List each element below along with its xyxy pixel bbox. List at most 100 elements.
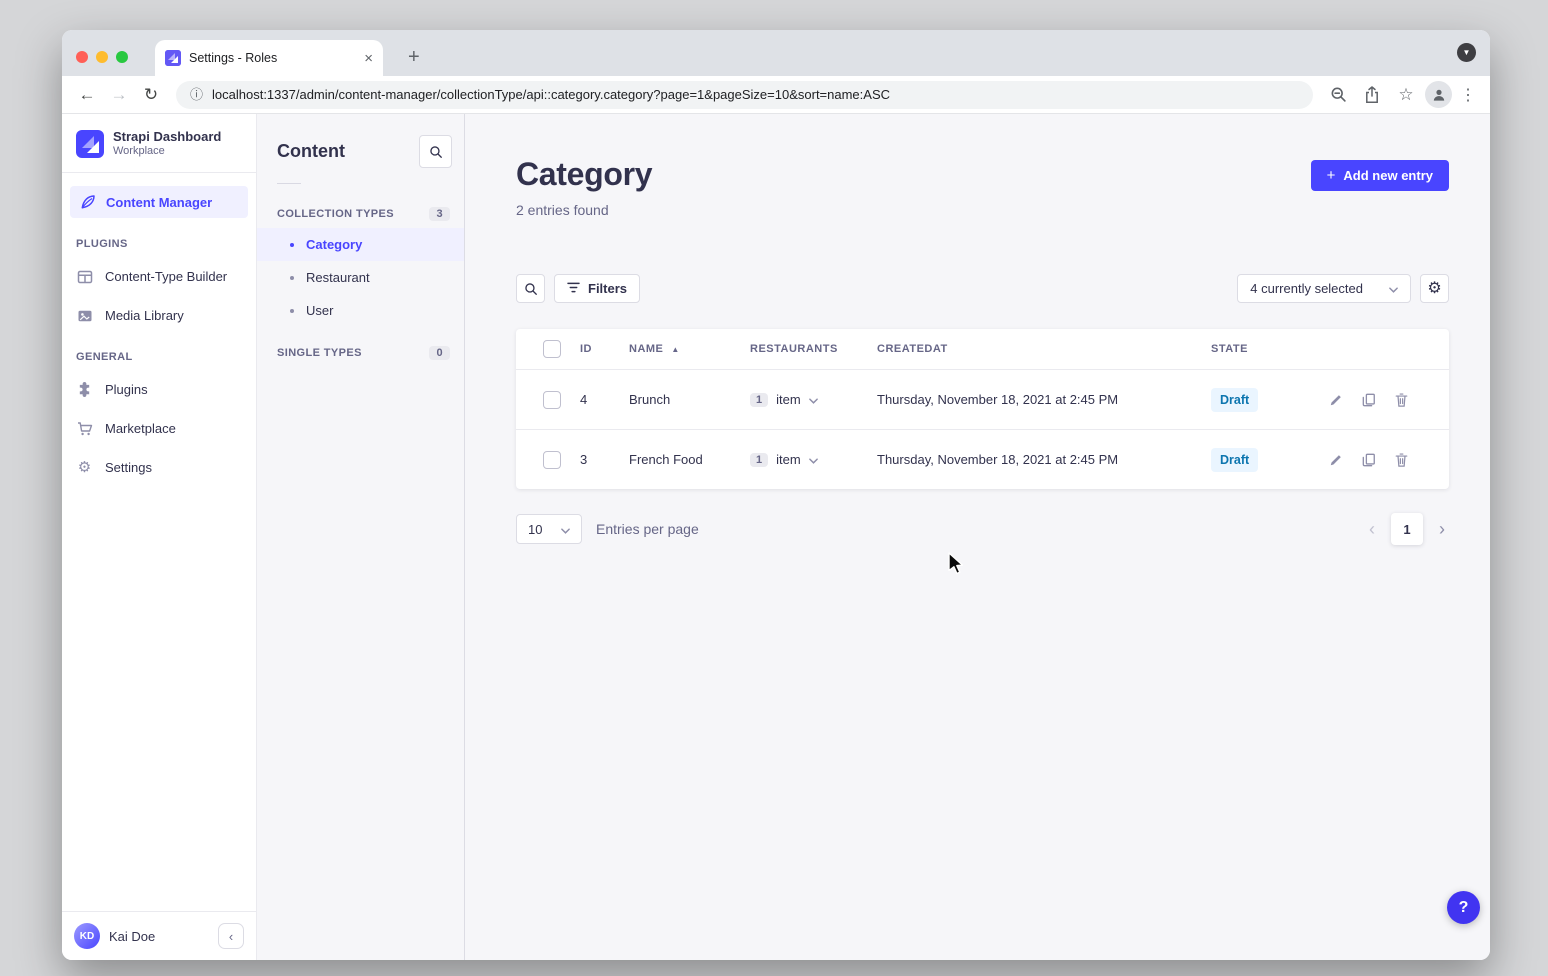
picture-icon <box>76 308 93 324</box>
subnav-item-label: User <box>306 303 333 318</box>
sidebar-item-label: Content Manager <box>106 195 212 210</box>
forward-button[interactable]: → <box>104 80 134 110</box>
delete-trash-icon[interactable] <box>1395 393 1408 407</box>
cell-restaurants[interactable]: 1 item <box>750 392 877 407</box>
sidebar-item-content-type-builder[interactable]: Content-Type Builder <box>62 257 256 296</box>
state-badge: Draft <box>1211 448 1258 472</box>
cell-createdat: Thursday, November 18, 2021 at 2:45 PM <box>877 370 1211 430</box>
shopping-cart-icon <box>76 421 93 437</box>
zoom-window-button[interactable] <box>116 51 128 63</box>
user-avatar[interactable]: KD <box>74 923 100 949</box>
minimize-window-button[interactable] <box>96 51 108 63</box>
collapse-sidebar-button[interactable]: ‹ <box>218 923 244 949</box>
subnav-item-user[interactable]: User <box>257 294 464 327</box>
app-name: Strapi Dashboard <box>113 129 221 145</box>
filters-button[interactable]: Filters <box>554 274 640 303</box>
share-icon[interactable] <box>1357 80 1387 110</box>
sidebar-item-marketplace[interactable]: Marketplace <box>62 409 256 448</box>
new-tab-button[interactable]: + <box>400 45 428 69</box>
edit-pencil-icon[interactable] <box>1329 393 1343 407</box>
browser-tab[interactable]: Settings - Roles × <box>155 40 383 76</box>
chevron-down-icon <box>561 522 570 537</box>
url-text: localhost:1337/admin/content-manager/col… <box>212 87 890 102</box>
toolbar-actions: ☆ ⋮ <box>1323 80 1480 110</box>
page-size-select[interactable]: 10 <box>516 514 582 544</box>
help-button[interactable]: ? <box>1447 891 1480 924</box>
subnav-search-button[interactable] <box>419 135 452 168</box>
column-header-id[interactable]: ID <box>580 329 629 370</box>
subnav-item-restaurant[interactable]: Restaurant <box>257 261 464 294</box>
browser-menu-icon[interactable]: ⋮ <box>1456 85 1480 105</box>
close-window-button[interactable] <box>76 51 88 63</box>
edit-pencil-icon[interactable] <box>1329 453 1343 467</box>
restaurants-count-badge: 1 <box>750 393 768 407</box>
sidebar-section-title: GENERAL <box>62 335 256 370</box>
column-header-name[interactable]: NAME ▲ <box>629 329 750 370</box>
strapi-app: Strapi Dashboard Workplace Content Manag… <box>62 114 1490 960</box>
tab-title: Settings - Roles <box>189 51 356 65</box>
cell-restaurants[interactable]: 1 item <box>750 452 877 467</box>
layout-grid-icon <box>76 269 93 285</box>
table-row[interactable]: 4 Brunch 1 item <box>516 370 1449 430</box>
page-number-button[interactable]: 1 <box>1391 513 1423 545</box>
sidebar-item-plugins[interactable]: Plugins <box>62 370 256 409</box>
chevron-down-icon[interactable] <box>809 392 818 407</box>
chevron-down-icon <box>1389 281 1398 296</box>
zoom-icon[interactable] <box>1323 80 1353 110</box>
feather-pen-icon <box>79 194 96 210</box>
filter-icon <box>567 281 580 296</box>
collection-types-header: COLLECTION TYPES 3 <box>257 200 464 228</box>
strapi-favicon-icon <box>165 50 181 66</box>
sidebar-item-media-library[interactable]: Media Library <box>62 296 256 335</box>
column-header-createdat[interactable]: CREATEDAT <box>877 329 1211 370</box>
group-count-badge: 3 <box>429 207 450 221</box>
site-info-icon[interactable]: ⓘ <box>190 88 203 101</box>
record-indicator-icon[interactable]: ▼ <box>1457 43 1476 62</box>
duplicate-icon[interactable] <box>1362 453 1376 467</box>
duplicate-icon[interactable] <box>1362 393 1376 407</box>
back-button[interactable]: ← <box>72 80 102 110</box>
column-header-restaurants[interactable]: RESTAURANTS <box>750 329 877 370</box>
bullet-icon <box>290 276 294 280</box>
group-count-badge: 0 <box>429 346 450 360</box>
refresh-button[interactable]: ↻ <box>136 80 166 110</box>
columns-select[interactable]: 4 currently selected <box>1237 274 1411 303</box>
entries-table: ID NAME ▲ RESTAURANTS CREATEDAT STATE <box>516 329 1449 489</box>
sidebar-footer: KD Kai Doe ‹ <box>62 911 256 960</box>
table-settings-button[interactable]: ⚙ <box>1420 274 1449 303</box>
group-title: COLLECTION TYPES <box>277 208 394 220</box>
plus-icon: + <box>1327 168 1336 183</box>
restaurants-label: item <box>776 392 801 407</box>
chevron-down-icon[interactable] <box>809 452 818 467</box>
strapi-logo-icon <box>76 130 104 158</box>
add-new-entry-label: Add new entry <box>1343 168 1433 183</box>
sidebar-divider <box>62 172 256 173</box>
close-tab-icon[interactable]: × <box>364 51 373 66</box>
address-bar[interactable]: ⓘ localhost:1337/admin/content-manager/c… <box>176 81 1313 109</box>
table-search-button[interactable] <box>516 274 545 303</box>
subnav-item-label: Category <box>306 237 362 252</box>
table-row[interactable]: 3 French Food 1 item <box>516 430 1449 490</box>
workspace-name: Workplace <box>113 145 221 159</box>
brand-block[interactable]: Strapi Dashboard Workplace <box>62 114 256 172</box>
browser-profile-avatar[interactable] <box>1425 81 1452 108</box>
delete-trash-icon[interactable] <box>1395 453 1408 467</box>
row-checkbox[interactable] <box>543 391 561 409</box>
bookmark-star-icon[interactable]: ☆ <box>1391 80 1421 110</box>
column-header-state[interactable]: STATE <box>1211 329 1326 370</box>
previous-page-icon[interactable]: ‹ <box>1365 520 1379 538</box>
subnav-item-label: Restaurant <box>306 270 370 285</box>
add-new-entry-button[interactable]: + Add new entry <box>1311 160 1449 191</box>
sidebar-item-settings[interactable]: ⚙ Settings <box>62 448 256 487</box>
select-all-checkbox[interactable] <box>543 340 561 358</box>
row-checkbox[interactable] <box>543 451 561 469</box>
gear-icon: ⚙ <box>1427 281 1441 297</box>
subnav-item-category[interactable]: Category <box>257 228 464 261</box>
filters-label: Filters <box>588 281 627 296</box>
browser-window: Settings - Roles × + ▼ ← → ↻ ⓘ localhost… <box>62 30 1490 960</box>
restaurants-count-badge: 1 <box>750 453 768 467</box>
sidebar-item-content-manager[interactable]: Content Manager <box>70 186 248 218</box>
next-page-icon[interactable]: › <box>1435 520 1449 538</box>
bullet-icon <box>290 309 294 313</box>
columns-select-value: 4 currently selected <box>1250 281 1363 296</box>
